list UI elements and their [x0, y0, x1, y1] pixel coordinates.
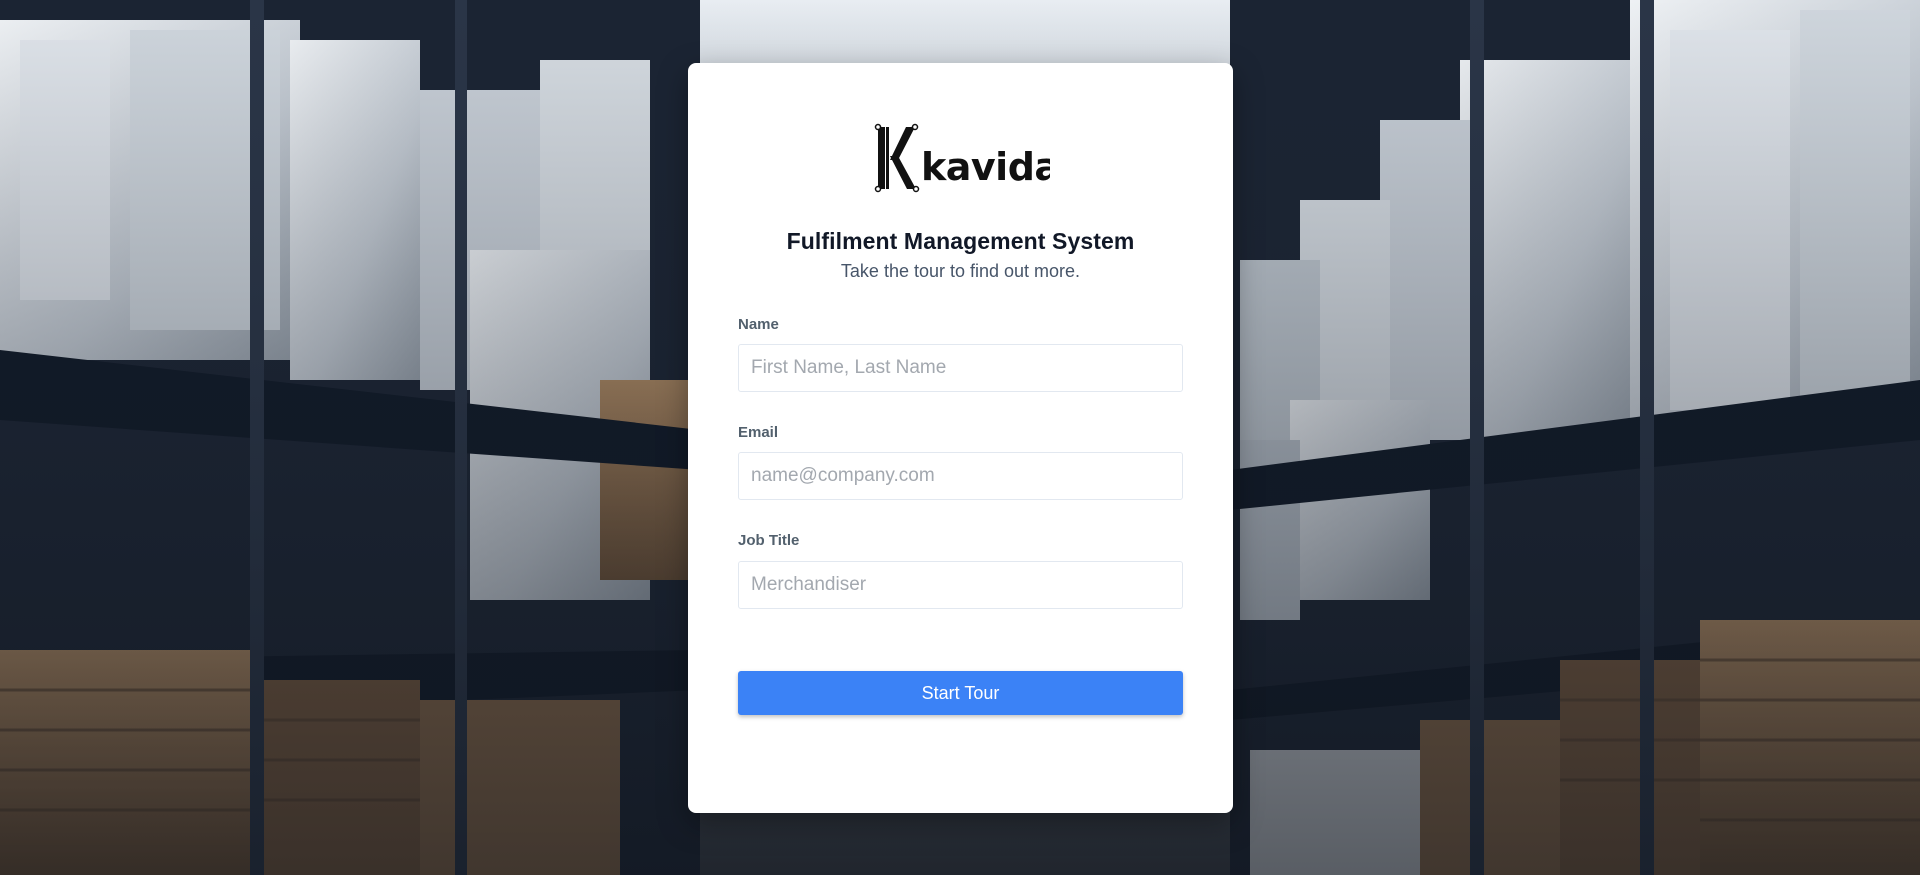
login-page: kavida Fulfilment Management System Take… — [0, 0, 1920, 875]
name-label: Name — [738, 316, 779, 333]
brand-logo: kavida — [874, 123, 1050, 193]
name-input[interactable] — [738, 344, 1183, 392]
job-title-label: Job Title — [738, 532, 800, 549]
start-tour-button[interactable]: Start Tour — [738, 671, 1183, 715]
email-label: Email — [738, 424, 779, 441]
job-title-input[interactable] — [738, 561, 1183, 609]
email-input[interactable] — [738, 452, 1183, 500]
kavida-k-logo-icon: kavida — [874, 123, 1050, 193]
brand-wordmark: kavida — [921, 145, 1050, 189]
form-subtitle: Take the tour to find out more. — [840, 261, 1081, 281]
form-title: Fulfilment Management System — [786, 228, 1135, 254]
